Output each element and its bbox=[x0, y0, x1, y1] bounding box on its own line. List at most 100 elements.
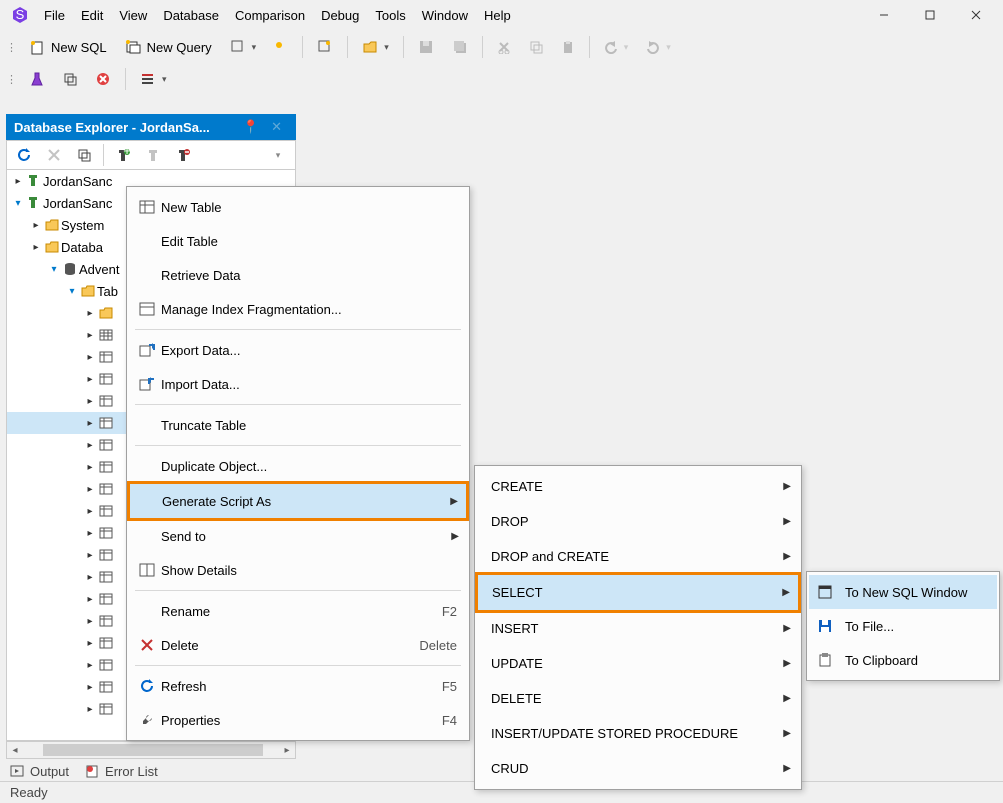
save-all-button[interactable] bbox=[446, 35, 474, 59]
add-connection-button[interactable]: + bbox=[110, 143, 136, 167]
close-panel-icon[interactable]: ✕ bbox=[265, 119, 288, 135]
tree-horizontal-scrollbar[interactable]: ◂▸ bbox=[6, 741, 296, 759]
menu-file[interactable]: File bbox=[36, 4, 73, 27]
undo-button[interactable]: ▾ bbox=[598, 36, 635, 58]
sub-label: To File... bbox=[845, 619, 894, 634]
ctx-retrieve-data[interactable]: Retrieve Data bbox=[129, 258, 467, 292]
sub-label: DROP bbox=[491, 514, 769, 529]
copy-button[interactable] bbox=[523, 36, 549, 58]
menu-database[interactable]: Database bbox=[155, 4, 227, 27]
sub-crud[interactable]: CRUD▶ bbox=[477, 751, 799, 786]
expand-icon[interactable]: ▸ bbox=[11, 176, 25, 187]
paste-button[interactable] bbox=[555, 36, 581, 58]
expand-icon[interactable]: ▸ bbox=[29, 242, 43, 253]
copy-explorer-button[interactable] bbox=[71, 143, 97, 167]
explorer-toolbar: + ▾ bbox=[6, 140, 296, 170]
collapse-icon[interactable]: ▾ bbox=[47, 264, 61, 275]
redo-button[interactable]: ▾ bbox=[640, 36, 677, 58]
sub-insert-update-proc[interactable]: INSERT/UPDATE STORED PROCEDURE▶ bbox=[477, 716, 799, 751]
ctx-label: Truncate Table bbox=[161, 418, 457, 433]
ctx-import-data[interactable]: Import Data... bbox=[129, 367, 467, 401]
refresh-explorer-button[interactable] bbox=[11, 143, 37, 167]
error-list-label: Error List bbox=[105, 764, 158, 779]
new-sql-button[interactable]: New SQL bbox=[23, 35, 113, 59]
ctx-show-details[interactable]: Show Details bbox=[129, 553, 467, 587]
folder-icon bbox=[97, 307, 115, 319]
ctx-label: Refresh bbox=[161, 679, 407, 694]
menu-window[interactable]: Window bbox=[414, 4, 476, 27]
output-tab[interactable]: Output bbox=[10, 764, 69, 779]
remove-connection-button[interactable] bbox=[170, 143, 196, 167]
minimize-button[interactable] bbox=[861, 0, 907, 30]
menu-tools[interactable]: Tools bbox=[367, 4, 413, 27]
sub-update[interactable]: UPDATE▶ bbox=[477, 646, 799, 681]
ctx-rename[interactable]: RenameF2 bbox=[129, 594, 467, 628]
cut-button[interactable] bbox=[491, 36, 517, 58]
sub-drop[interactable]: DROP▶ bbox=[477, 504, 799, 539]
maximize-button[interactable] bbox=[907, 0, 953, 30]
menu-view[interactable]: View bbox=[111, 4, 155, 27]
to-file[interactable]: To File... bbox=[809, 609, 997, 643]
toolbar-grip: ⋮ bbox=[6, 41, 15, 54]
collapse-icon[interactable]: ▾ bbox=[11, 198, 25, 209]
refresh-icon bbox=[133, 679, 161, 693]
table-icon bbox=[97, 483, 115, 495]
sub-create[interactable]: CREATE▶ bbox=[477, 469, 799, 504]
table-icon bbox=[97, 593, 115, 605]
ctx-send-to[interactable]: Send to▶ bbox=[129, 519, 467, 553]
to-new-sql-window[interactable]: To New SQL Window bbox=[809, 575, 997, 609]
wrench-icon bbox=[133, 713, 161, 727]
database-explorer-tab[interactable]: Database Explorer - JordanSa... 📍 ✕ bbox=[6, 114, 296, 140]
toolbar-btn-star[interactable] bbox=[268, 36, 294, 58]
sub-select[interactable]: SELECT▶ bbox=[478, 575, 798, 610]
ctx-delete[interactable]: DeleteDelete bbox=[129, 628, 467, 662]
close-button[interactable] bbox=[953, 0, 999, 30]
pin-icon[interactable]: 📍 bbox=[237, 119, 265, 135]
menu-edit[interactable]: Edit bbox=[73, 4, 111, 27]
scrollbar-thumb[interactable] bbox=[43, 744, 263, 756]
dropdown-button[interactable]: ▾ bbox=[265, 143, 291, 167]
sub-drop-create[interactable]: DROP and CREATE▶ bbox=[477, 539, 799, 574]
ctx-refresh[interactable]: RefreshF5 bbox=[129, 669, 467, 703]
secondary-toolbar: ⋮ ▾ bbox=[0, 64, 1003, 94]
ctx-manage-index[interactable]: Manage Index Fragmentation... bbox=[129, 292, 467, 326]
open-button[interactable]: ▾ bbox=[356, 35, 395, 59]
save-button[interactable] bbox=[412, 35, 440, 59]
delete-explorer-button[interactable] bbox=[41, 143, 67, 167]
toolbar-btn-a[interactable] bbox=[311, 35, 339, 59]
table-icon bbox=[97, 395, 115, 407]
ctx-edit-table[interactable]: Edit Table bbox=[129, 224, 467, 258]
folder-open-icon bbox=[79, 285, 97, 297]
ctx-duplicate[interactable]: Duplicate Object... bbox=[129, 449, 467, 483]
ctx-label: New Table bbox=[161, 200, 457, 215]
table-icon bbox=[97, 615, 115, 627]
expand-icon[interactable]: ▸ bbox=[83, 308, 97, 319]
import-icon bbox=[133, 377, 161, 391]
ctx-generate-script[interactable]: Generate Script As▶ bbox=[130, 484, 466, 518]
menu-comparison[interactable]: Comparison bbox=[227, 4, 313, 27]
error-list-tab[interactable]: Error List bbox=[85, 764, 158, 779]
ctx-truncate[interactable]: Truncate Table bbox=[129, 408, 467, 442]
ctx-new-table[interactable]: New Table bbox=[129, 190, 467, 224]
to-clipboard[interactable]: To Clipboard bbox=[809, 643, 997, 677]
collapse-icon[interactable]: ▾ bbox=[65, 286, 79, 297]
toolbar-dropdown-1[interactable]: ▾ bbox=[224, 35, 263, 59]
sub-delete[interactable]: DELETE▶ bbox=[477, 681, 799, 716]
ctx-properties[interactable]: PropertiesF4 bbox=[129, 703, 467, 737]
flask-button[interactable] bbox=[23, 67, 51, 91]
table-icon bbox=[97, 527, 115, 539]
sub-insert[interactable]: INSERT▶ bbox=[477, 611, 799, 646]
cancel-button[interactable] bbox=[89, 67, 117, 91]
ctx-export-data[interactable]: Export Data... bbox=[129, 333, 467, 367]
list-button[interactable]: ▾ bbox=[134, 67, 173, 91]
table-icon bbox=[97, 461, 115, 473]
shortcut: Delete bbox=[407, 638, 457, 653]
new-query-button[interactable]: New Query bbox=[119, 35, 218, 59]
copy-square-button[interactable] bbox=[57, 68, 83, 90]
expand-icon[interactable]: ▸ bbox=[29, 220, 43, 231]
bottom-tabs: Output Error List bbox=[10, 761, 158, 781]
table-icon bbox=[97, 351, 115, 363]
menu-debug[interactable]: Debug bbox=[313, 4, 367, 27]
menu-help[interactable]: Help bbox=[476, 4, 519, 27]
connection-button[interactable] bbox=[140, 143, 166, 167]
